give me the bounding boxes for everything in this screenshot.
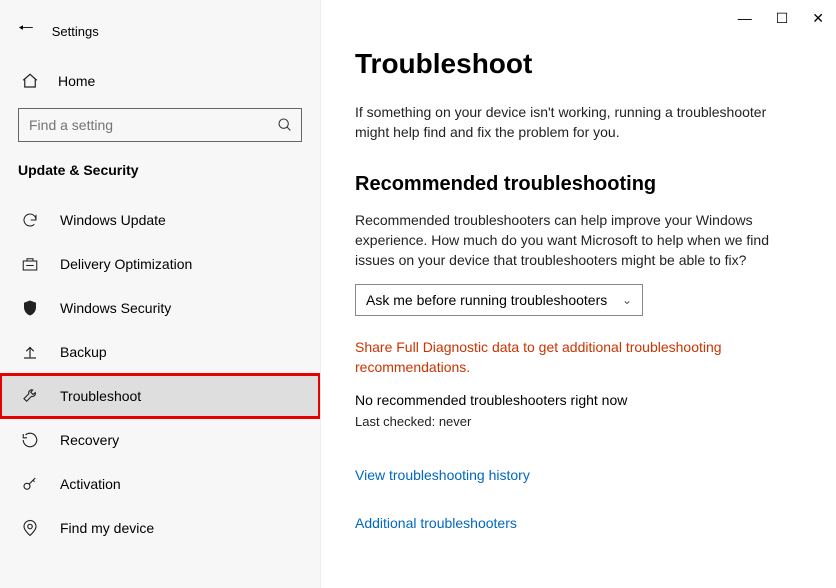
sidebar-list: Windows Update Delivery Optimization Win… (0, 198, 320, 550)
minimize-button[interactable]: — (738, 10, 752, 27)
home-label: Home (58, 73, 95, 89)
backup-icon (20, 343, 40, 361)
header-bar: 🠐 Settings (0, 12, 320, 64)
section-title: Update & Security (0, 156, 320, 198)
recommended-text: Recommended troubleshooters can help imp… (355, 210, 785, 271)
delivery-icon (20, 255, 40, 273)
search-input[interactable] (29, 117, 277, 133)
app-title: Settings (52, 24, 99, 39)
troubleshoot-dropdown[interactable]: Ask me before running troubleshooters ⌄ (355, 284, 643, 316)
sidebar: 🠐 Settings Home Update & Security Window… (0, 0, 320, 588)
dropdown-value: Ask me before running troubleshooters (366, 292, 607, 308)
home-button[interactable]: Home (0, 64, 320, 104)
main-content: — ☐ ✕ Troubleshoot If something on your … (320, 0, 836, 588)
sidebar-item-label: Windows Security (60, 300, 171, 316)
window-controls: — ☐ ✕ (738, 10, 824, 27)
location-icon (20, 519, 40, 537)
back-arrow-icon[interactable]: 🠐 (18, 16, 34, 46)
additional-troubleshooters-link[interactable]: Additional troubleshooters (355, 515, 816, 531)
recommended-heading: Recommended troubleshooting (355, 173, 816, 196)
status-text: No recommended troubleshooters right now (355, 392, 816, 408)
shield-icon (20, 299, 40, 317)
key-icon (20, 475, 40, 493)
sidebar-item-recovery[interactable]: Recovery (0, 418, 320, 462)
home-icon (20, 72, 40, 90)
sync-icon (20, 211, 40, 229)
sidebar-item-windows-update[interactable]: Windows Update (0, 198, 320, 242)
page-title: Troubleshoot (355, 48, 816, 80)
sidebar-item-label: Backup (60, 344, 107, 360)
wrench-icon (20, 387, 40, 405)
maximize-button[interactable]: ☐ (776, 10, 789, 27)
sidebar-item-delivery-optimization[interactable]: Delivery Optimization (0, 242, 320, 286)
close-button[interactable]: ✕ (812, 10, 824, 27)
sidebar-item-find-my-device[interactable]: Find my device (0, 506, 320, 550)
view-history-link[interactable]: View troubleshooting history (355, 467, 816, 483)
recovery-icon (20, 431, 40, 449)
sidebar-item-label: Troubleshoot (60, 388, 141, 404)
search-box[interactable] (18, 108, 302, 142)
sidebar-item-label: Activation (60, 476, 121, 492)
chevron-down-icon: ⌄ (622, 293, 632, 307)
sidebar-item-backup[interactable]: Backup (0, 330, 320, 374)
sidebar-item-activation[interactable]: Activation (0, 462, 320, 506)
sidebar-item-windows-security[interactable]: Windows Security (0, 286, 320, 330)
sidebar-item-label: Recovery (60, 432, 119, 448)
last-checked: Last checked: never (355, 414, 816, 429)
sidebar-item-label: Find my device (60, 520, 154, 536)
diagnostic-alert: Share Full Diagnostic data to get additi… (355, 338, 775, 377)
sidebar-item-troubleshoot[interactable]: Troubleshoot (0, 374, 320, 418)
sidebar-item-label: Delivery Optimization (60, 256, 192, 272)
search-icon (277, 117, 293, 133)
sidebar-item-label: Windows Update (60, 212, 166, 228)
page-intro: If something on your device isn't workin… (355, 102, 785, 143)
